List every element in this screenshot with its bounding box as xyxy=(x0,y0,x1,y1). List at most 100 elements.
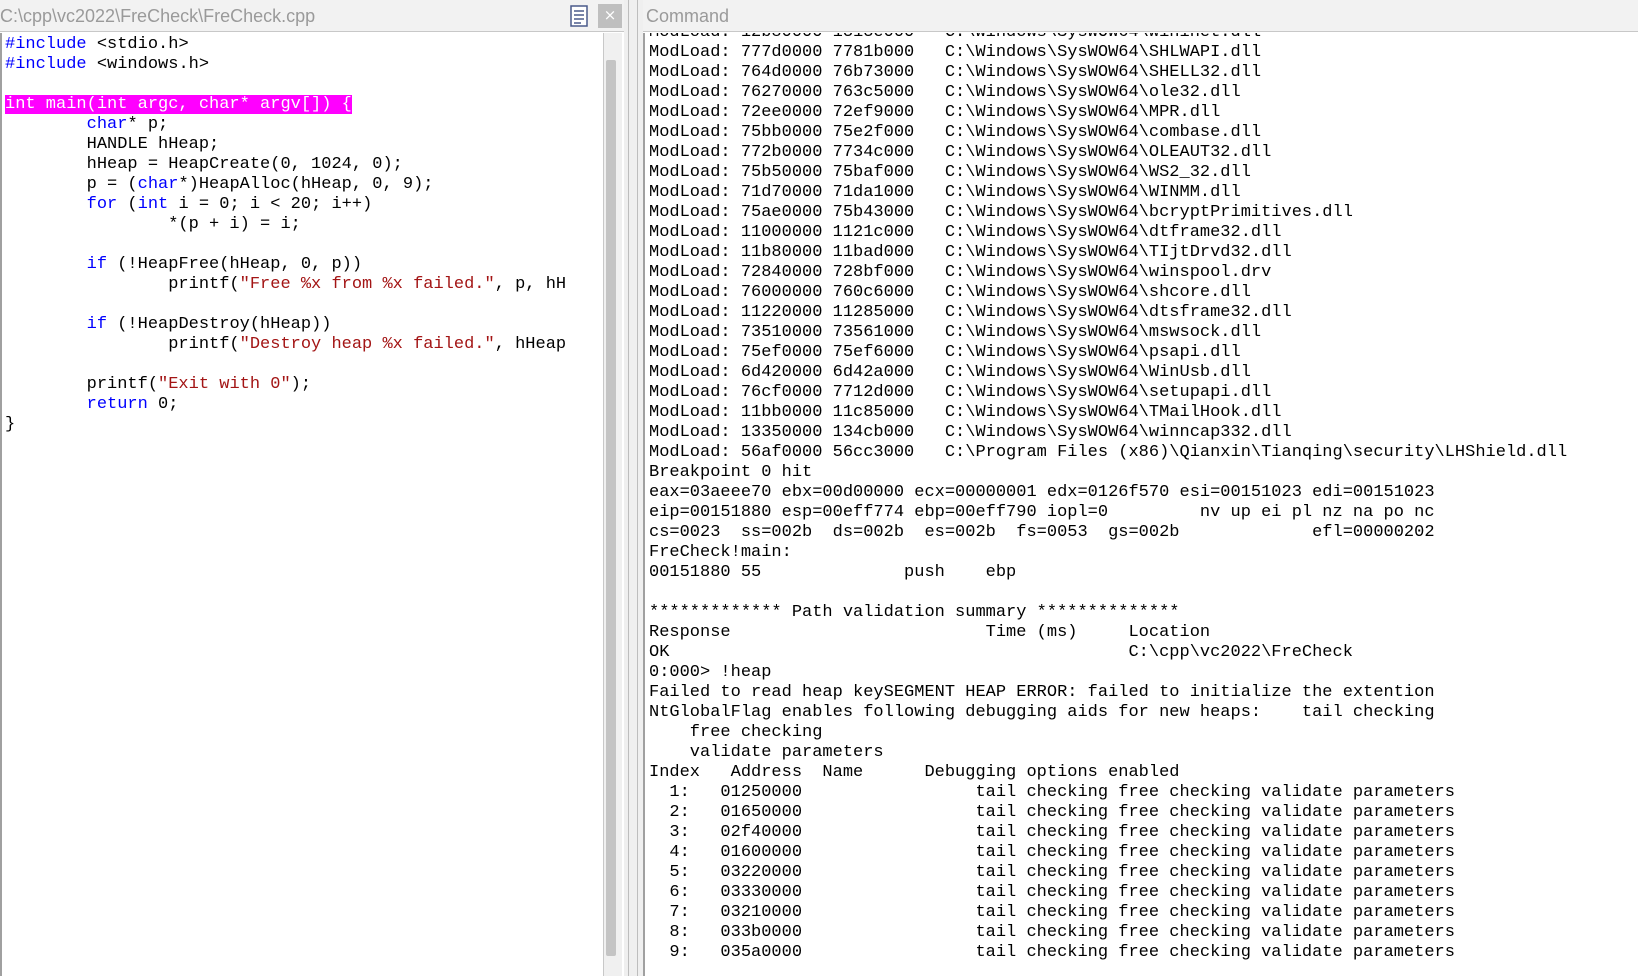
code-keyword: char xyxy=(137,175,179,194)
source-window-title: C:\cpp\vc2022\FreCheck\FreCheck.cpp xyxy=(0,0,624,32)
source-editor[interactable]: #include <stdio.h> #include <windows.h> i… xyxy=(0,33,604,976)
code-line: printf("Free %x from %x failed.", p, hH xyxy=(5,275,601,295)
output-line: Index Address Name Debugging options ena… xyxy=(649,763,1180,782)
code-keyword: return xyxy=(86,395,148,414)
output-line: ModLoad: 76000000 760c6000 C:\Windows\Sy… xyxy=(649,283,1251,302)
output-line: eip=00151880 esp=00eff774 ebp=00eff790 i… xyxy=(649,503,1435,522)
code-line: int main(int argc, char* argv[]) { xyxy=(5,95,601,115)
command-window-title: Command xyxy=(643,0,1638,32)
pane-splitter[interactable] xyxy=(624,0,643,976)
output-line: ModLoad: 76cf0000 7712d000 C:\Windows\Sy… xyxy=(649,383,1272,402)
output-line: 8: 033b0000 tail checking free checking … xyxy=(649,923,1455,942)
code-keyword: #include xyxy=(5,55,87,74)
output-line: 5: 03220000 tail checking free checking … xyxy=(649,863,1455,882)
output-line: ModLoad: 76270000 763c5000 C:\Windows\Sy… xyxy=(649,83,1241,102)
output-line: ModLoad: 772b0000 7734c000 C:\Windows\Sy… xyxy=(649,143,1272,162)
code-keyword: char xyxy=(86,115,128,134)
output-line: ModLoad: 11bb0000 11c85000 C:\Windows\Sy… xyxy=(649,403,1282,422)
code-line: printf("Exit with 0"); xyxy=(5,375,601,395)
code-keyword: if xyxy=(86,315,108,334)
code-text: , hHeap xyxy=(494,335,567,354)
code-text: HANDLE hHeap; xyxy=(5,135,220,154)
output-line: ModLoad: 75ef0000 75ef6000 C:\Windows\Sy… xyxy=(649,343,1241,362)
code-line: #include <windows.h> xyxy=(5,55,601,75)
command-window[interactable]: ModLoad: 12b80000 1313e000 C:\Windows\Sy… xyxy=(643,33,1638,976)
output-line: ModLoad: 75b50000 75baf000 C:\Windows\Sy… xyxy=(649,163,1251,182)
code-string: "Exit with 0" xyxy=(158,375,291,394)
output-line: 00151880 55 push ebp xyxy=(649,563,1017,582)
output-line: ************* Path validation summary **… xyxy=(649,603,1180,622)
output-line: 7: 03210000 tail checking free checking … xyxy=(649,903,1455,922)
code-text: *)HeapAlloc(hHeap, 0, 9); xyxy=(178,175,434,194)
output-line: ModLoad: 11220000 11285000 C:\Windows\Sy… xyxy=(649,303,1292,322)
code-line: if (!HeapFree(hHeap, 0, p)) xyxy=(5,255,601,275)
close-source-button[interactable]: × xyxy=(598,4,622,28)
output-line: ModLoad: 75ae0000 75b43000 C:\Windows\Sy… xyxy=(649,203,1353,222)
code-text: p = ( xyxy=(5,175,138,194)
code-text: i = 0; i < 20; i++) xyxy=(168,195,373,214)
output-line: FreCheck!main: xyxy=(649,543,792,562)
code-text: <stdio.h> xyxy=(86,35,189,54)
code-text: printf( xyxy=(5,275,240,294)
code-text: hHeap = HeapCreate(0, 1024, 0); xyxy=(5,155,403,174)
code-text: * p; xyxy=(127,115,169,134)
code-line: } xyxy=(5,415,601,435)
code-text: *(p + i) = i; xyxy=(5,215,301,234)
output-line: eax=03aeee70 ebx=00d00000 ecx=00000001 e… xyxy=(649,483,1435,502)
code-line: #include <stdio.h> xyxy=(5,35,601,55)
output-line: 4: 01600000 tail checking free checking … xyxy=(649,843,1455,862)
output-line: cs=0023 ss=002b ds=002b es=002b fs=0053 … xyxy=(649,523,1435,542)
code-text: printf( xyxy=(5,375,159,394)
output-line: Response Time (ms) Location xyxy=(649,623,1211,642)
code-text: ( xyxy=(117,195,138,214)
source-code[interactable]: #include <stdio.h> #include <windows.h> i… xyxy=(5,35,601,965)
output-line: 3: 02f40000 tail checking free checking … xyxy=(649,823,1455,842)
code-keyword: int xyxy=(137,195,169,214)
output-line: validate parameters xyxy=(649,743,884,762)
code-string: "Destroy heap %x failed." xyxy=(239,335,495,354)
output-line: ModLoad: 73510000 73561000 C:\Windows\Sy… xyxy=(649,323,1262,342)
code-highlight: int main(int argc, char* argv[]) { xyxy=(5,95,352,114)
output-line: 0:000> !heap xyxy=(649,663,772,682)
output-line: ModLoad: 12b80000 1313e000 C:\Windows\Sy… xyxy=(649,33,1638,43)
output-line: ModLoad: 72840000 728bf000 C:\Windows\Sy… xyxy=(649,263,1272,282)
output-line: free checking xyxy=(649,723,823,742)
output-line: ModLoad: 71d70000 71da1000 C:\Windows\Sy… xyxy=(649,183,1241,202)
output-line: Failed to read heap keySEGMENT HEAP ERRO… xyxy=(649,683,1435,702)
output-line: OK C:\cpp\vc2022\FreCheck xyxy=(649,643,1353,662)
output-line: 9: 035a0000 tail checking free checking … xyxy=(649,943,1455,962)
code-line: for (int i = 0; i < 20; i++) xyxy=(5,195,601,215)
splitter-line xyxy=(628,0,629,976)
output-line: ModLoad: 6d420000 6d42a000 C:\Windows\Sy… xyxy=(649,363,1251,382)
source-scrollbar-thumb[interactable] xyxy=(606,60,616,956)
code-line: hHeap = HeapCreate(0, 1024, 0); xyxy=(5,155,601,175)
code-line: p = (char*)HeapAlloc(hHeap, 0, 9); xyxy=(5,175,601,195)
code-line: return 0; xyxy=(5,395,601,415)
output-line: ModLoad: 11000000 1121c000 C:\Windows\Sy… xyxy=(649,223,1282,242)
output-line: ModLoad: 75bb0000 75e2f000 C:\Windows\Sy… xyxy=(649,123,1262,142)
output-line: ModLoad: 13350000 134cb000 C:\Windows\Sy… xyxy=(649,423,1292,442)
output-line: ModLoad: 72ee0000 72ef9000 C:\Windows\Sy… xyxy=(649,103,1221,122)
code-keyword: #include xyxy=(5,35,87,54)
code-text: , p, hH xyxy=(494,275,567,294)
command-output: ModLoad: 12b80000 1313e000 C:\Windows\Sy… xyxy=(649,33,1638,963)
output-line: ModLoad: 11b80000 11bad000 C:\Windows\Sy… xyxy=(649,243,1292,262)
code-line: HANDLE hHeap; xyxy=(5,135,601,155)
output-line: ModLoad: 777d0000 7781b000 C:\Windows\Sy… xyxy=(649,43,1262,62)
document-icon[interactable] xyxy=(568,4,590,28)
code-line: printf("Destroy heap %x failed.", hHeap xyxy=(5,335,601,355)
code-text: ); xyxy=(290,375,312,394)
code-line: char* p; xyxy=(5,115,601,135)
output-line: 6: 03330000 tail checking free checking … xyxy=(649,883,1455,902)
code-string: "Free %x from %x failed." xyxy=(239,275,495,294)
output-line: Breakpoint 0 hit xyxy=(649,463,813,482)
code-text: (!HeapDestroy(hHeap)) xyxy=(107,315,332,334)
